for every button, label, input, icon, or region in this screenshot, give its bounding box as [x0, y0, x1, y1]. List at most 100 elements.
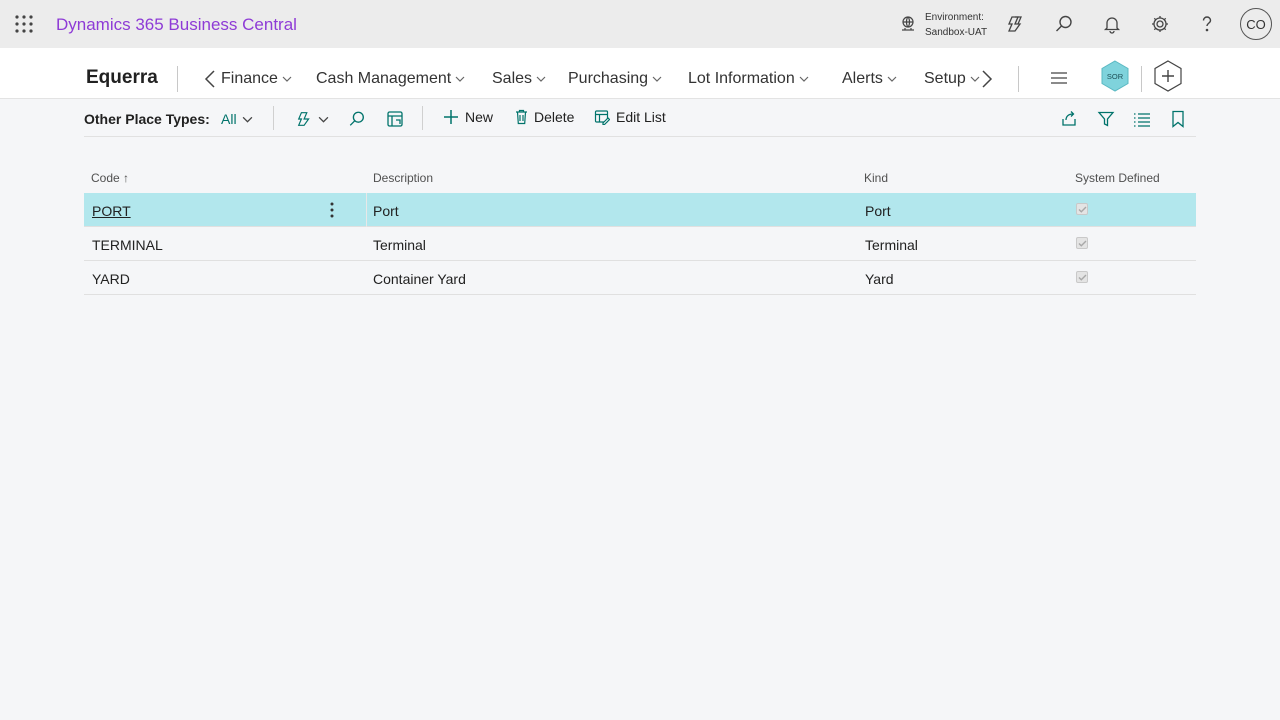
environment-info: Environment: Sandbox-UAT: [925, 10, 987, 40]
role-center-badge-label: SOR: [1107, 72, 1124, 81]
delete-button-label: Delete: [534, 109, 575, 125]
environment-icon: [902, 16, 914, 31]
search-list-button[interactable]: [348, 109, 366, 129]
nav-divider: [1018, 66, 1019, 92]
code-cell[interactable]: YARD: [92, 271, 130, 287]
description-cell[interactable]: Port: [373, 203, 399, 219]
description-cell[interactable]: Terminal: [373, 237, 426, 253]
action-divider: [273, 106, 274, 130]
help-icon[interactable]: [1196, 13, 1218, 35]
column-header-kind[interactable]: Kind: [864, 171, 888, 185]
nav-bar: Equerra Finance Cash Management Sales Pu…: [0, 48, 1280, 99]
nav-item-label: Lot Information: [688, 70, 795, 87]
code-cell[interactable]: PORT: [92, 203, 131, 219]
system-defined-checkbox: [1076, 203, 1088, 215]
new-button-label: New: [465, 109, 494, 125]
list-view-icon: [1134, 113, 1150, 127]
user-avatar[interactable]: CO: [1240, 8, 1272, 40]
filter-button[interactable]: [1097, 109, 1115, 129]
chevron-left-icon[interactable]: [203, 68, 217, 90]
copilot-actions-button[interactable]: [296, 109, 329, 129]
trash-icon: [516, 109, 527, 125]
description-cell[interactable]: Container Yard: [373, 271, 466, 287]
kind-cell[interactable]: Yard: [865, 271, 894, 287]
nav-item-finance[interactable]: Finance: [221, 70, 292, 88]
chevron-down-icon: [242, 116, 252, 123]
kind-cell[interactable]: Port: [865, 203, 891, 219]
filter-icon: [1097, 111, 1115, 127]
nav-item-setup[interactable]: Setup: [924, 70, 980, 88]
nav-item-label: Setup: [924, 70, 966, 87]
nav-item-label: Finance: [221, 70, 278, 87]
bookmark-button[interactable]: [1171, 109, 1185, 129]
edit-list-button[interactable]: Edit List: [594, 109, 666, 125]
table-row[interactable]: YARD Container Yard Yard: [84, 261, 1196, 295]
column-header-system-defined[interactable]: System Defined: [1075, 171, 1160, 185]
grid-header: Code ↑ Description Kind System Defined: [84, 164, 1196, 193]
bell-icon[interactable]: [1101, 13, 1123, 35]
table-row[interactable]: TERMINAL Terminal Terminal: [84, 227, 1196, 261]
plus-icon: [444, 110, 458, 124]
search-icon[interactable]: [1053, 13, 1075, 35]
bookmark-icon: [1172, 110, 1184, 128]
list-view-button[interactable]: [1133, 109, 1151, 129]
more-vertical-icon: [330, 202, 334, 218]
nav-item-alerts[interactable]: Alerts: [842, 70, 897, 88]
check-icon: [1078, 206, 1087, 213]
sort-ascending-icon: ↑: [123, 171, 130, 185]
company-name[interactable]: Equerra: [86, 67, 158, 89]
nav-item-purchasing[interactable]: Purchasing: [568, 70, 662, 88]
nav-item-label: Purchasing: [568, 70, 649, 87]
nav-item-lot-information[interactable]: Lot Information: [688, 70, 809, 88]
row-actions-button[interactable]: [297, 193, 367, 227]
nav-item-sales[interactable]: Sales: [492, 70, 546, 88]
places-grid: Code ↑ Description Kind System Defined P…: [84, 164, 1196, 295]
column-header-description[interactable]: Description: [373, 171, 433, 185]
role-center-badge[interactable]: SOR: [1099, 60, 1131, 92]
column-header-label: Code: [91, 171, 120, 185]
chevron-right-icon[interactable]: [980, 68, 994, 90]
nav-item-label: Alerts: [842, 70, 883, 87]
environment-label: Environment:: [925, 12, 984, 23]
table-analyze-icon: [387, 111, 403, 127]
chevron-down-icon: [318, 116, 329, 123]
delete-button[interactable]: Delete: [515, 109, 574, 125]
action-bar: Other Place Types: All New Delete Edit L…: [84, 100, 1196, 137]
share-button[interactable]: [1060, 109, 1078, 129]
table-row[interactable]: PORT Port Port: [84, 193, 1196, 227]
view-filter-dropdown[interactable]: All: [221, 111, 253, 127]
chevron-down-icon: [799, 76, 809, 82]
waffle-icon[interactable]: [14, 14, 34, 34]
system-defined-checkbox: [1076, 237, 1088, 249]
view-filter-value: All: [221, 111, 237, 127]
copilot-icon[interactable]: [1005, 13, 1027, 35]
chevron-down-icon: [455, 76, 465, 82]
gear-icon[interactable]: [1149, 13, 1171, 35]
nav-divider: [177, 66, 178, 92]
nav-item-label: Sales: [492, 70, 533, 87]
add-role-icon[interactable]: [1152, 60, 1184, 92]
environment-value: Sandbox-UAT: [925, 27, 988, 38]
code-cell[interactable]: TERMINAL: [92, 237, 163, 253]
search-icon: [349, 111, 364, 126]
new-button[interactable]: New: [443, 109, 493, 125]
column-header-code[interactable]: Code ↑: [91, 171, 129, 185]
app-title[interactable]: Dynamics 365 Business Central: [56, 15, 297, 35]
page-caption: Other Place Types:: [84, 111, 210, 127]
nav-divider: [1141, 66, 1142, 92]
analyze-button[interactable]: [386, 109, 404, 129]
chevron-down-icon: [887, 76, 897, 82]
nav-item-cash-management[interactable]: Cash Management: [316, 70, 465, 88]
column-divider: [366, 193, 367, 227]
check-icon: [1078, 274, 1087, 281]
app-bar: Dynamics 365 Business Central Environmen…: [0, 0, 1280, 48]
chevron-down-icon: [970, 76, 980, 82]
edit-list-icon: [594, 110, 610, 125]
share-icon: [1062, 111, 1076, 126]
nav-item-label: Cash Management: [316, 70, 452, 87]
kind-cell[interactable]: Terminal: [865, 237, 918, 253]
system-defined-checkbox: [1076, 271, 1088, 283]
chevron-down-icon: [652, 76, 662, 82]
chevron-down-icon: [536, 76, 546, 82]
hamburger-menu-icon[interactable]: [1050, 70, 1068, 86]
